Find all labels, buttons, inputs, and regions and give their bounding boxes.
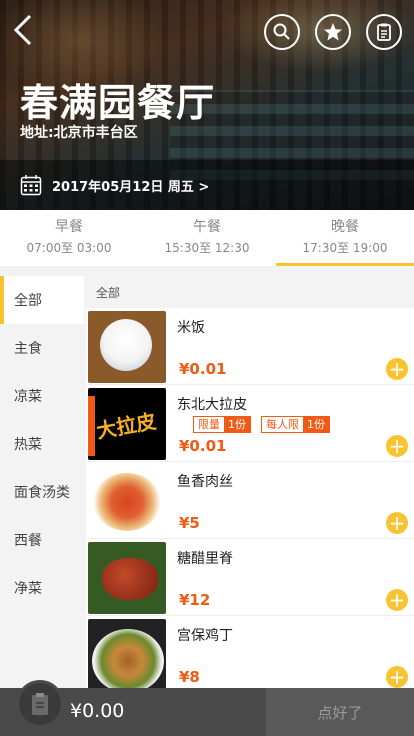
- dish-price: ¥0.01: [179, 360, 227, 378]
- sidebar-item-staple[interactable]: 主食: [0, 324, 84, 372]
- sidebar-item-hot-dishes[interactable]: 热菜: [0, 420, 84, 468]
- cart-total: ¥0.00: [70, 700, 125, 722]
- list-item: 大拉皮 东北大拉皮 限量 1份 每人限 1份 ¥0.01 +: [86, 385, 414, 462]
- tab-time: 15:30至 12:30: [164, 241, 250, 255]
- dish-photo-text: 大拉皮: [94, 408, 158, 444]
- dish-price: ¥5: [179, 514, 200, 532]
- back-icon: [13, 14, 32, 46]
- calendar-icon: [20, 175, 42, 196]
- list-item: 糖醋里脊 ¥12 +: [86, 539, 414, 616]
- clipboard-icon: [377, 23, 391, 41]
- tab-label: 晚餐: [331, 219, 359, 235]
- date-bar: 2017年05月12日 周五 >: [0, 160, 414, 210]
- dish-price: ¥0.01: [179, 437, 227, 455]
- dish-limits: 限量 1份 每人限 1份: [193, 416, 330, 433]
- search-icon: [273, 23, 290, 40]
- dish-price: ¥8: [179, 668, 200, 686]
- tab-label: 午餐: [193, 219, 221, 235]
- add-to-cart-button[interactable]: +: [386, 512, 408, 534]
- tab-breakfast[interactable]: 早餐 07:00至 03:00: [0, 210, 138, 266]
- list-item: 鱼香肉丝 ¥5 +: [86, 462, 414, 539]
- tab-time: 07:00至 03:00: [26, 241, 112, 255]
- dish-name: 东北大拉皮: [177, 397, 247, 413]
- category-sidebar: 全部 主食 凉菜 热菜 面食汤类 西餐 净菜: [0, 276, 84, 624]
- star-icon: [324, 23, 342, 41]
- tab-dinner[interactable]: 晚餐 17:30至 19:00: [276, 210, 414, 266]
- dish-name: 糖醋里脊: [177, 551, 233, 567]
- search-button[interactable]: [264, 14, 300, 50]
- favorite-button[interactable]: [315, 14, 351, 50]
- restaurant-address: 地址:北京市丰台区: [20, 125, 138, 141]
- dish-name: 鱼香肉丝: [177, 474, 233, 490]
- plus-icon: +: [388, 357, 406, 381]
- sidebar-item-cold-dishes[interactable]: 凉菜: [0, 372, 84, 420]
- tab-lunch[interactable]: 午餐 15:30至 12:30: [138, 210, 276, 266]
- restaurant-name: 春满园餐厅: [20, 81, 216, 125]
- add-to-cart-button[interactable]: +: [386, 435, 408, 457]
- dish-name: 宫保鸡丁: [177, 628, 233, 644]
- limit-badge: 限量 1份: [193, 416, 251, 433]
- cart-button[interactable]: [16, 680, 64, 728]
- list-item: 米饭 ¥0.01 +: [86, 308, 414, 385]
- cart-clipboard-icon: [32, 693, 48, 715]
- restaurant-header: 春满园餐厅 地址:北京市丰台区 2017年05月12日 周五 >: [0, 0, 414, 210]
- dish-photo: [88, 542, 166, 614]
- plus-icon: +: [388, 434, 406, 458]
- add-to-cart-button[interactable]: +: [386, 589, 408, 611]
- add-to-cart-button[interactable]: +: [386, 666, 408, 688]
- add-to-cart-button[interactable]: +: [386, 358, 408, 380]
- confirm-order-button[interactable]: 点好了: [266, 688, 414, 736]
- plus-icon: +: [388, 588, 406, 612]
- dish-name: 米饭: [177, 320, 205, 336]
- dish-photo: [88, 619, 166, 689]
- per-person-limit-badge: 每人限 1份: [261, 416, 330, 433]
- meal-tabs: 早餐 07:00至 03:00 午餐 15:30至 12:30 晚餐 17:30…: [0, 210, 414, 266]
- order-list-button[interactable]: [366, 14, 402, 50]
- dish-price: ¥12: [179, 591, 211, 609]
- plus-icon: +: [388, 511, 406, 535]
- sidebar-item-western[interactable]: 西餐: [0, 516, 84, 564]
- sidebar-item-all[interactable]: 全部: [0, 276, 84, 324]
- date-selector[interactable]: 2017年05月12日 周五 >: [52, 176, 209, 195]
- dish-photo: 大拉皮: [88, 388, 166, 460]
- active-tab-indicator: [276, 263, 414, 266]
- cart-summary: ¥0.00: [0, 680, 266, 736]
- tab-time: 17:30至 19:00: [302, 241, 388, 255]
- tab-label: 早餐: [55, 219, 83, 235]
- sidebar-item-prepared-veg[interactable]: 净菜: [0, 564, 84, 612]
- sidebar-item-noodles-soup[interactable]: 面食汤类: [0, 468, 84, 516]
- back-button[interactable]: [10, 12, 40, 48]
- dish-list: 全部 米饭 ¥0.01 + 大拉皮 东北大拉皮 限量 1份 每人限 1份 ¥0.…: [86, 276, 414, 689]
- section-title: 全部: [86, 276, 414, 308]
- checkout-bar: ¥0.00 点好了: [0, 680, 414, 736]
- plus-icon: +: [388, 665, 406, 689]
- dish-photo: [88, 465, 166, 537]
- dish-photo: [88, 311, 166, 383]
- list-item: 宫保鸡丁 ¥8 +: [86, 616, 414, 689]
